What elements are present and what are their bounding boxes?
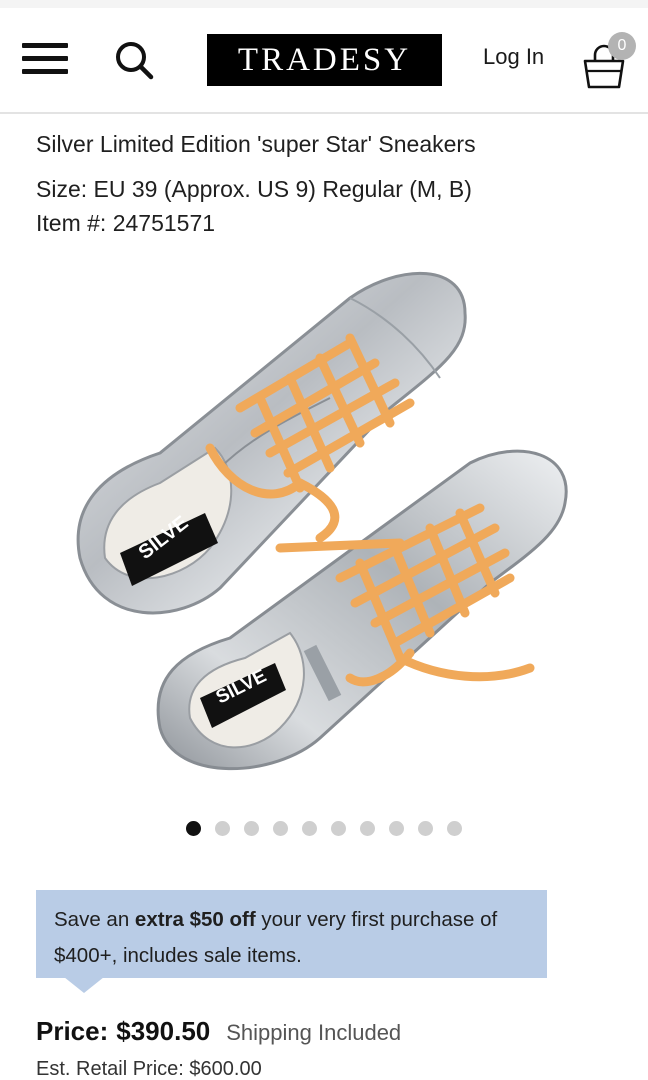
gallery-dot[interactable] xyxy=(389,821,404,836)
menu-bar xyxy=(22,56,68,61)
search-icon-graphic xyxy=(116,42,154,80)
gallery-dot[interactable] xyxy=(447,821,462,836)
cart-count-badge: 0 xyxy=(608,32,636,60)
status-strip xyxy=(0,0,648,8)
product-info: Silver Limited Edition 'super Star' Snea… xyxy=(36,128,626,240)
product-title: Silver Limited Edition 'super Star' Snea… xyxy=(36,131,476,157)
price-row: Price: $390.50 Shipping Included xyxy=(36,1016,636,1047)
price-value: $390.50 xyxy=(116,1016,211,1046)
promo-prefix: Save an xyxy=(54,908,135,931)
gallery-dot[interactable] xyxy=(215,821,230,836)
login-link[interactable]: Log In xyxy=(483,44,544,70)
product-image[interactable]: SILVE SILVE xyxy=(60,258,600,798)
retail-price-value: $600.00 xyxy=(189,1058,262,1080)
retail-price-row: Est. Retail Price: $600.00 xyxy=(36,1058,262,1080)
gallery-dot[interactable] xyxy=(360,821,375,836)
product-item-number: Item #: 24751571 xyxy=(36,210,216,236)
shipping-note: Shipping Included xyxy=(226,1020,402,1045)
menu-bar xyxy=(22,69,68,74)
hamburger-menu-icon[interactable] xyxy=(22,42,68,78)
promo-highlight: extra $50 off xyxy=(134,908,256,931)
tradesy-logo[interactable]: TRADESY xyxy=(207,34,442,86)
gallery-dot[interactable] xyxy=(302,821,317,836)
shopping-bag-icon[interactable]: 0 xyxy=(582,32,638,92)
gallery-dot[interactable] xyxy=(418,821,433,836)
gallery-pagination xyxy=(186,821,462,837)
menu-bar xyxy=(22,43,68,48)
retail-price-label: Est. Retail Price: xyxy=(36,1058,184,1080)
product-size: Size: EU 39 (Approx. US 9) Regular (M, B… xyxy=(36,176,472,202)
price-label: Price: xyxy=(36,1016,109,1046)
gallery-dot[interactable] xyxy=(186,821,201,836)
sneakers-illustration: SILVE SILVE xyxy=(76,271,568,771)
site-header: TRADESY Log In 0 xyxy=(0,8,648,114)
promo-pointer xyxy=(64,977,104,993)
gallery-dot[interactable] xyxy=(273,821,288,836)
promo-banner[interactable]: Save an extra $50 off your very first pu… xyxy=(36,890,547,978)
gallery-dot[interactable] xyxy=(244,821,259,836)
gallery-dot[interactable] xyxy=(331,821,346,836)
search-icon[interactable] xyxy=(112,38,158,84)
